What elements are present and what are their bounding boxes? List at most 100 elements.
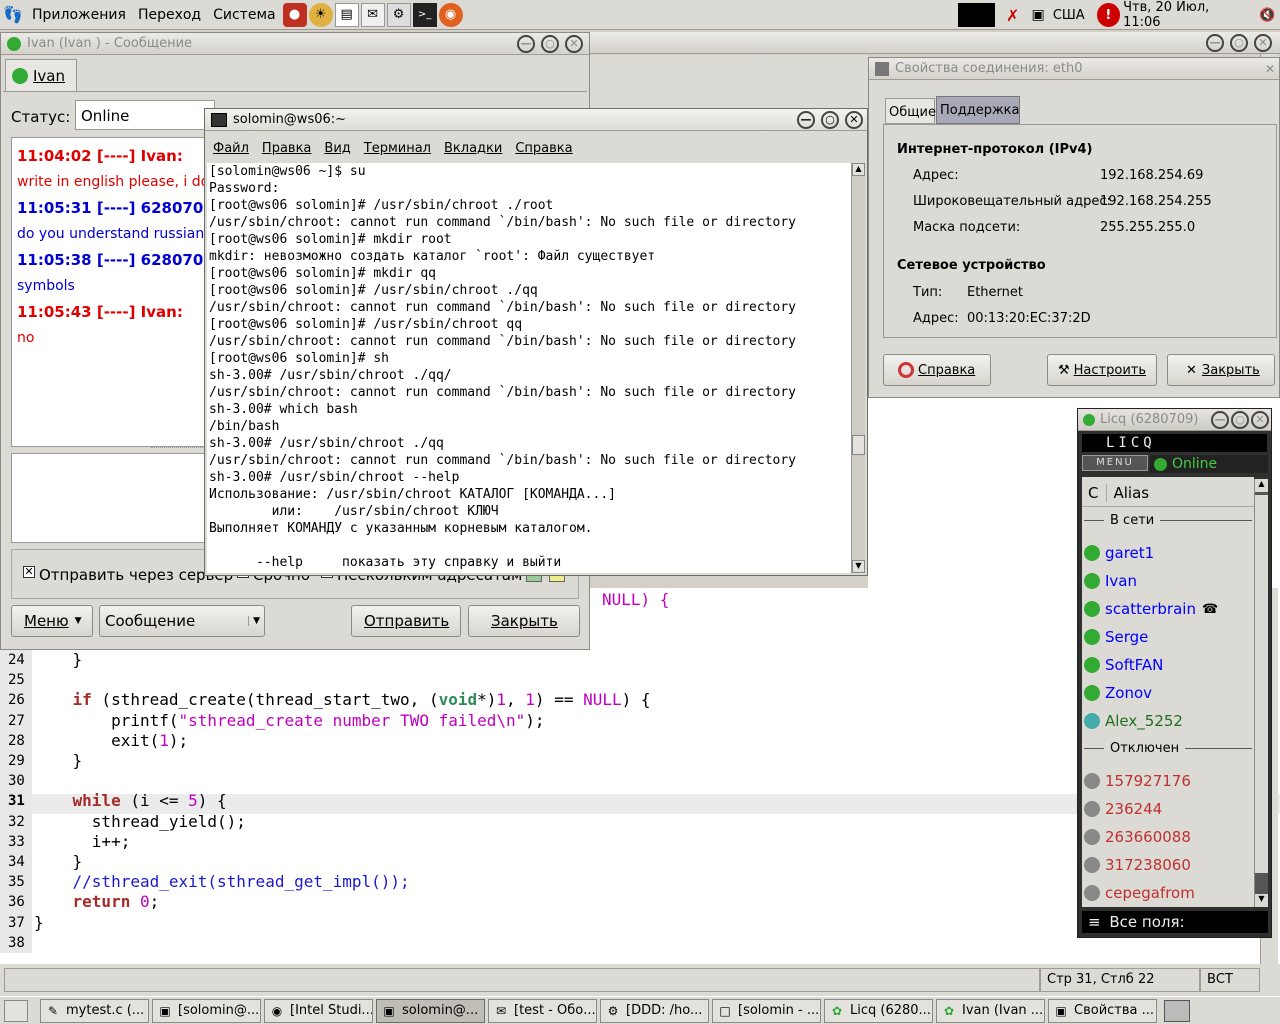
- clock[interactable]: Чтв, 20 Июл, 11:06: [1123, 0, 1248, 30]
- scroll-down-icon[interactable]: ▼: [1255, 894, 1268, 907]
- taskbar-item[interactable]: ⚙ [DDD: /ho...: [600, 998, 709, 1023]
- menu-system[interactable]: Система: [207, 0, 281, 29]
- terminal-menu-item[interactable]: Терминал: [364, 141, 431, 156]
- contact-online[interactable]: Serge: [1084, 623, 1248, 651]
- lifebuoy-icon: [898, 362, 914, 378]
- scroll-thumb[interactable]: [852, 435, 865, 455]
- taskbar-item[interactable]: ▣ solomin@...: [376, 998, 485, 1023]
- close-icon[interactable]: ✕: [1265, 62, 1275, 76]
- licq-titlebar[interactable]: Licq (6280709) — ○ ✕: [1078, 409, 1271, 431]
- licq-scrollbar[interactable]: ▲ ▼: [1254, 479, 1268, 907]
- column-alias[interactable]: Alias: [1106, 483, 1149, 502]
- tab-general[interactable]: Общие: [885, 98, 936, 124]
- help-button[interactable]: Справка: [883, 354, 991, 386]
- close-icon[interactable]: ✕: [565, 34, 583, 53]
- group-offline[interactable]: Отключен: [1084, 741, 1252, 756]
- close-icon[interactable]: ✕: [1251, 410, 1269, 429]
- scroll-down-icon[interactable]: ▼: [852, 560, 865, 573]
- terminal-launcher-icon[interactable]: >_: [412, 2, 437, 27]
- minimize-icon[interactable]: —: [517, 34, 535, 53]
- terminal-scrollbar[interactable]: ▲ ▼: [851, 163, 865, 573]
- column-c[interactable]: C: [1082, 484, 1106, 502]
- maximize-icon[interactable]: ○: [1230, 33, 1248, 52]
- chat-message: write in english please, i do: [17, 174, 205, 190]
- terminal-line: Password:: [209, 181, 280, 196]
- terminal-output[interactable]: [solomin@ws06 ~]$ su Password: [root@ws06 …: [207, 163, 851, 573]
- terminal-menu-item[interactable]: Правка: [262, 141, 311, 156]
- minimize-icon[interactable]: —: [797, 110, 815, 129]
- network-disconnected-icon[interactable]: ✗: [1001, 3, 1024, 27]
- send-button[interactable]: Отправить: [351, 605, 461, 637]
- terminal-menu-item[interactable]: Справка: [515, 141, 572, 156]
- taskbar-item[interactable]: ✿ Licq (6280...: [824, 998, 933, 1023]
- show-desktop-icon[interactable]: [4, 999, 28, 1022]
- terminal-menu-item[interactable]: Вкладки: [444, 141, 502, 156]
- terminal-menu-item[interactable]: Файл: [213, 141, 249, 156]
- scroll-up-icon[interactable]: ▲: [852, 163, 865, 176]
- minimize-icon[interactable]: —: [1211, 410, 1229, 429]
- configure-button[interactable]: ⚒ Настроить: [1047, 354, 1157, 386]
- group-online[interactable]: В сети: [1084, 513, 1252, 528]
- volume-icon[interactable]: 🔇: [1256, 3, 1279, 27]
- taskbar-item[interactable]: ◉ [Intel Studi...: [264, 998, 373, 1023]
- splitter-handle[interactable]: [151, 447, 211, 451]
- terminal-titlebar[interactable]: solomin@ws06:~ — ○ ✕: [205, 109, 867, 131]
- taskbar-item[interactable]: ✿ Ivan (Ivan ...: [936, 998, 1045, 1023]
- code-line: i++;: [34, 831, 131, 851]
- scroll-up-icon[interactable]: ▲: [1255, 479, 1268, 492]
- close-icon[interactable]: ✕: [845, 110, 863, 129]
- taskbar-item[interactable]: ▣ [solomin@...: [152, 998, 261, 1023]
- contact-offline[interactable]: 157927176: [1084, 767, 1248, 795]
- menu-button[interactable]: Меню ▼: [11, 605, 93, 637]
- message-window-titlebar[interactable]: Ivan (Ivan ) - Сообщение — ○ ✕: [1, 33, 589, 55]
- taskbar-item[interactable]: ✎ mytest.c (...: [40, 998, 149, 1023]
- minimize-icon[interactable]: —: [1206, 33, 1224, 52]
- contact-offline[interactable]: cepegafrom: [1084, 879, 1248, 907]
- menu-applications[interactable]: Приложения: [26, 0, 132, 29]
- workspace-switcher[interactable]: [1164, 999, 1190, 1022]
- alert-icon[interactable]: !: [1096, 3, 1121, 27]
- maximize-icon[interactable]: ○: [1231, 410, 1249, 429]
- monitor-icon[interactable]: ▣: [1026, 3, 1049, 27]
- licq-footer[interactable]: ≡ Все поля:: [1082, 911, 1268, 933]
- foot-icon[interactable]: 👣: [1, 3, 25, 27]
- taskbar-item[interactable]: □ [solomin - ...: [712, 998, 821, 1023]
- chat-message: do you understand russian: [17, 226, 205, 242]
- background-window-titlebar[interactable]: — ○ ✕: [590, 32, 1280, 54]
- menu-places[interactable]: Переход: [132, 0, 207, 29]
- tab-ivan[interactable]: Ivan: [5, 59, 77, 91]
- send-via-server-checkbox[interactable]: ✕: [23, 566, 35, 578]
- maximize-icon[interactable]: ○: [821, 110, 839, 129]
- firefox-launcher-icon[interactable]: ◉: [438, 2, 463, 27]
- scroll-thumb[interactable]: [1255, 495, 1268, 873]
- mail-launcher-icon[interactable]: ✉: [360, 2, 385, 27]
- close-button[interactable]: ✕ Закрыть: [1167, 354, 1275, 386]
- contact-offline[interactable]: 263660088: [1084, 823, 1248, 851]
- keyboard-layout[interactable]: США: [1053, 8, 1085, 23]
- close-icon[interactable]: ✕: [1254, 33, 1272, 52]
- contact-online[interactable]: SoftFAN: [1084, 651, 1248, 679]
- contact-offline[interactable]: 236244: [1084, 795, 1248, 823]
- app-launcher-icon[interactable]: ●: [282, 2, 307, 27]
- licq-menu-button[interactable]: MENU: [1082, 455, 1148, 471]
- task-icon: ⚙: [607, 1003, 619, 1018]
- licq-status-button[interactable]: Online: [1150, 455, 1268, 473]
- tab-support[interactable]: Поддержка: [936, 96, 1020, 124]
- doc-launcher-icon[interactable]: ▤: [334, 2, 359, 27]
- contact-online[interactable]: Alex_5252: [1084, 707, 1248, 735]
- message-type-combo[interactable]: Сообщение ▼: [99, 605, 265, 637]
- contact-offline[interactable]: 317238060: [1084, 851, 1248, 879]
- contact-online[interactable]: garet1: [1084, 539, 1248, 567]
- connection-titlebar[interactable]: Свойства соединения: eth0 ✕: [869, 58, 1279, 80]
- bcast-label: Широковещательный адрес:: [913, 194, 1111, 209]
- contact-online[interactable]: Ivan: [1084, 567, 1248, 595]
- terminal-menu-item[interactable]: Вид: [324, 141, 350, 156]
- maximize-icon[interactable]: ○: [541, 34, 559, 53]
- contact-online[interactable]: scatterbrain ☎: [1084, 595, 1248, 623]
- ddd-launcher-icon[interactable]: ⚙: [386, 2, 411, 27]
- contact-online[interactable]: Zonov: [1084, 679, 1248, 707]
- taskbar-item[interactable]: ✉ [test - Обо...: [488, 998, 597, 1023]
- sun-launcher-icon[interactable]: ☀: [308, 2, 333, 27]
- close-button[interactable]: Закрыть: [468, 605, 580, 637]
- taskbar-item[interactable]: ▣ Свойства ...: [1048, 998, 1157, 1023]
